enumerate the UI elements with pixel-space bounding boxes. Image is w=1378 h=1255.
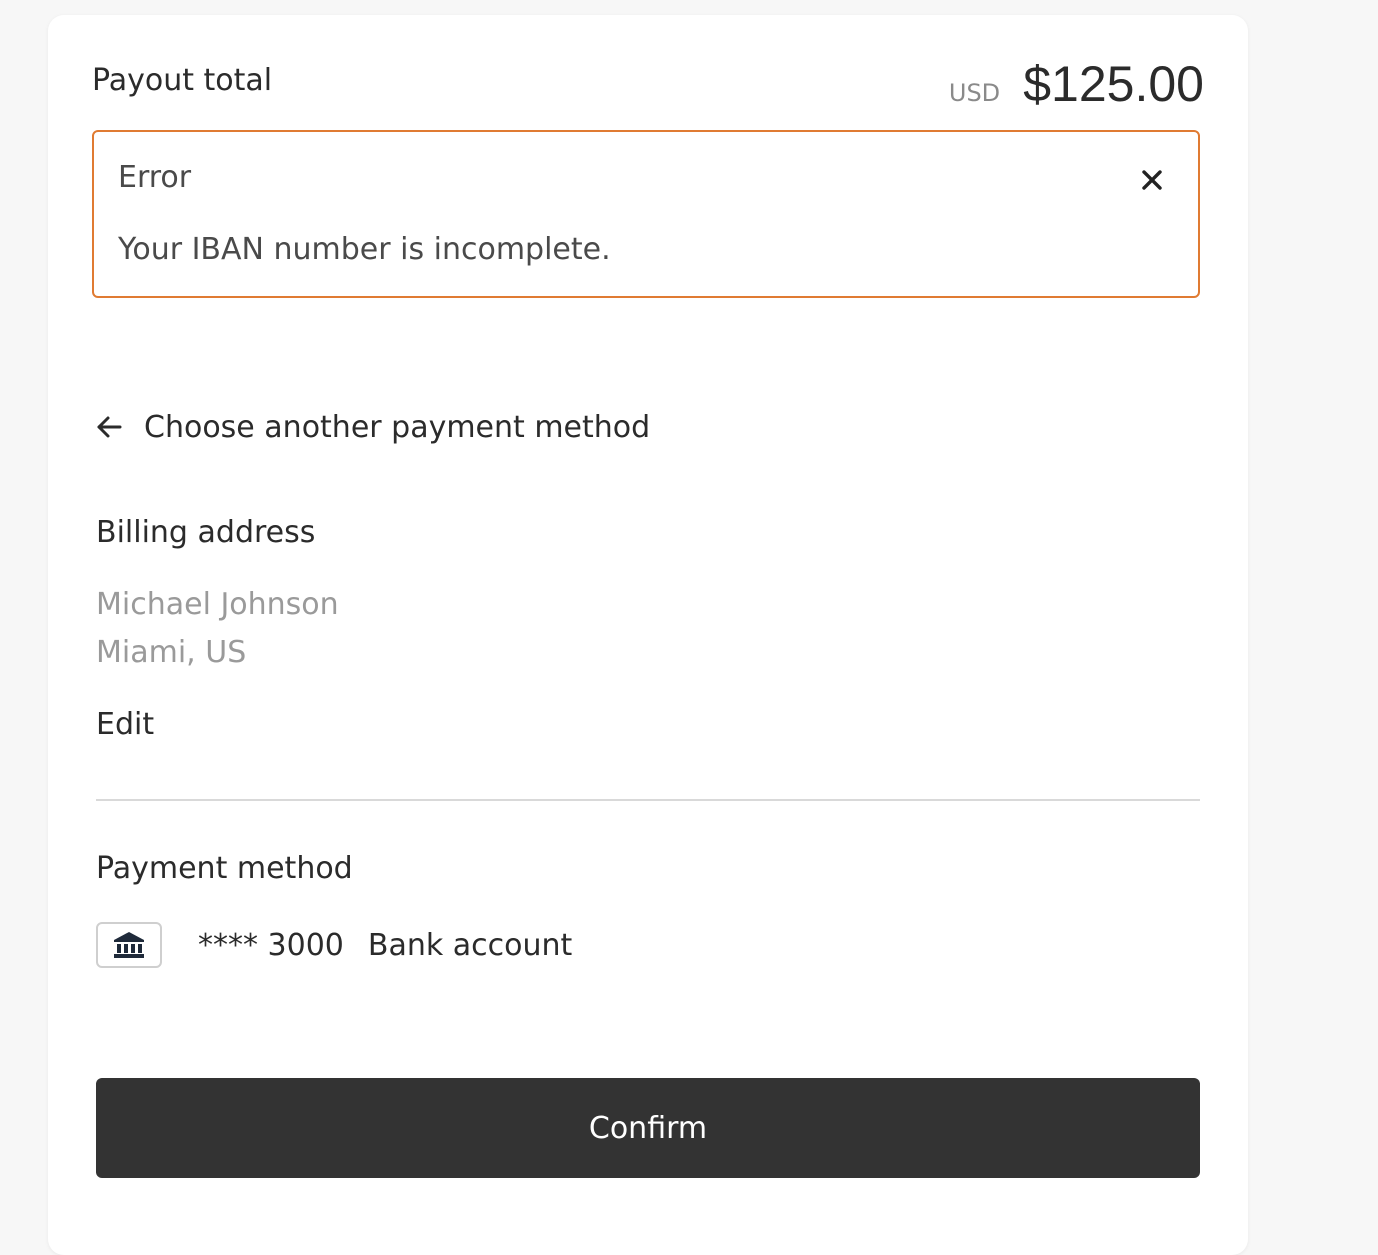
choose-another-payment-method-link[interactable]: Choose another payment method	[96, 403, 650, 451]
payment-method-type: Bank account	[367, 927, 573, 963]
payout-total-label: Payout total	[92, 63, 273, 98]
edit-billing-button[interactable]: Edit	[96, 707, 154, 742]
back-link-label: Choose another payment method	[144, 409, 651, 445]
billing-location: Miami, US	[96, 635, 247, 670]
payout-card: Payout total USD $125.00 Error Your IBAN…	[48, 15, 1248, 1255]
billing-address-title: Billing address	[96, 515, 316, 550]
confirm-button[interactable]: Confirm	[96, 1078, 1200, 1178]
billing-name: Michael Johnson	[96, 587, 339, 622]
arrow-left-icon	[96, 414, 122, 440]
payment-method-title: Payment method	[96, 851, 353, 886]
error-alert: Error Your IBAN number is incomplete.	[92, 130, 1200, 298]
payout-amount: $125.00	[1023, 56, 1204, 112]
divider	[96, 799, 1200, 801]
payout-total-row: Payout total USD $125.00	[92, 55, 1204, 113]
payout-amount-group: USD $125.00	[949, 55, 1204, 113]
error-title: Error	[118, 160, 192, 195]
masked-account-number: **** 3000	[198, 927, 344, 963]
error-message: Your IBAN number is incomplete.	[118, 232, 611, 267]
payment-method-row: **** 3000 Bank account	[96, 921, 572, 969]
bank-icon	[96, 922, 162, 968]
close-icon[interactable]	[1140, 168, 1164, 192]
currency-code: USD	[948, 79, 1001, 107]
